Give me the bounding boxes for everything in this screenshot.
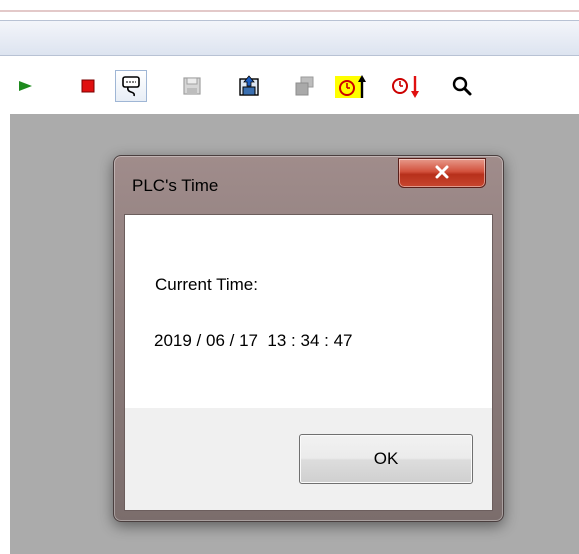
ok-button[interactable]: OK bbox=[299, 434, 473, 484]
toolbar bbox=[0, 58, 579, 114]
search-button[interactable] bbox=[446, 70, 478, 102]
monitor-button[interactable] bbox=[115, 70, 147, 102]
upload-icon bbox=[237, 74, 261, 98]
read-plc-button[interactable] bbox=[176, 70, 208, 102]
top-strip bbox=[0, 0, 579, 12]
current-time-value: 2019 / 06 / 17 13 : 34 : 47 bbox=[154, 331, 353, 350]
stop-button[interactable] bbox=[72, 70, 104, 102]
read-plc-icon bbox=[180, 74, 204, 98]
dialog-title: PLC's Time bbox=[132, 176, 219, 195]
run-button[interactable] bbox=[10, 70, 42, 102]
read-plc-time-icon bbox=[389, 72, 423, 100]
stop-icon bbox=[79, 77, 97, 95]
set-plc-time-icon bbox=[335, 72, 369, 100]
plc-time-dialog: PLC's Time Current Time: 2019 / 06 / 17 … bbox=[113, 155, 504, 522]
search-icon bbox=[450, 74, 474, 98]
download-icon bbox=[292, 74, 316, 98]
upload-button[interactable] bbox=[233, 70, 265, 102]
download-button[interactable] bbox=[288, 70, 320, 102]
monitor-icon bbox=[119, 74, 143, 98]
run-icon bbox=[16, 78, 36, 94]
close-icon bbox=[434, 164, 450, 183]
current-time-label: Current Time: bbox=[155, 275, 258, 294]
close-button[interactable] bbox=[398, 158, 486, 188]
dialog-body: Current Time: 2019 / 06 / 17 13 : 34 : 4… bbox=[124, 214, 493, 511]
read-plc-time-button[interactable] bbox=[388, 70, 424, 102]
menu-bar bbox=[0, 20, 579, 56]
set-plc-time-button[interactable] bbox=[334, 70, 370, 102]
dialog-content-area: Current Time: 2019 / 06 / 17 13 : 34 : 4… bbox=[125, 215, 492, 408]
